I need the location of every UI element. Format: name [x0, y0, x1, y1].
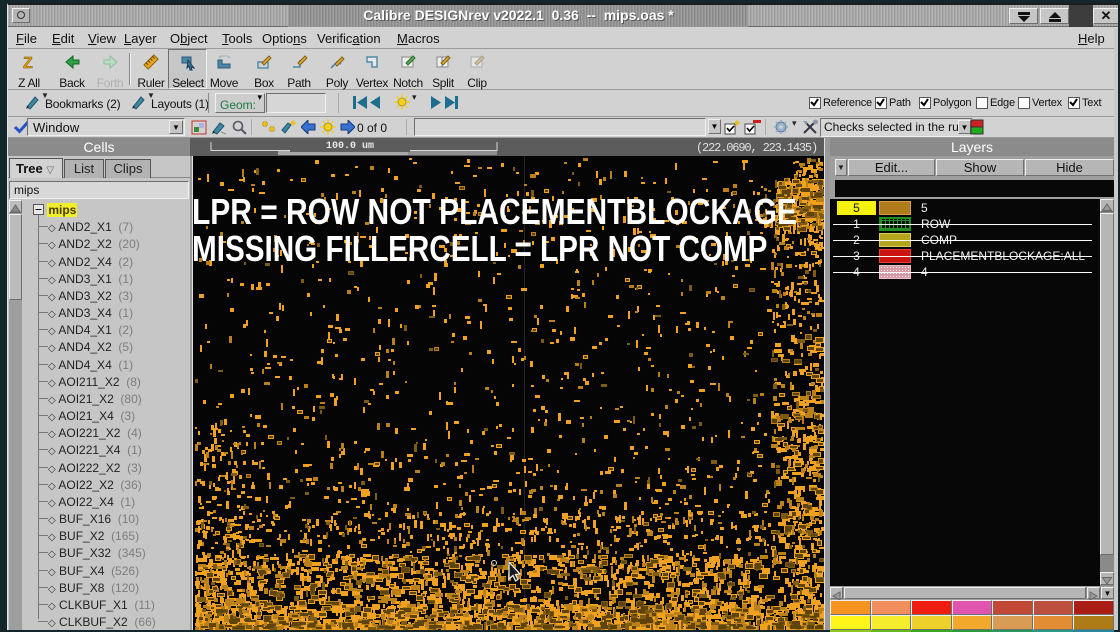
svg-text:Z: Z: [23, 55, 33, 71]
